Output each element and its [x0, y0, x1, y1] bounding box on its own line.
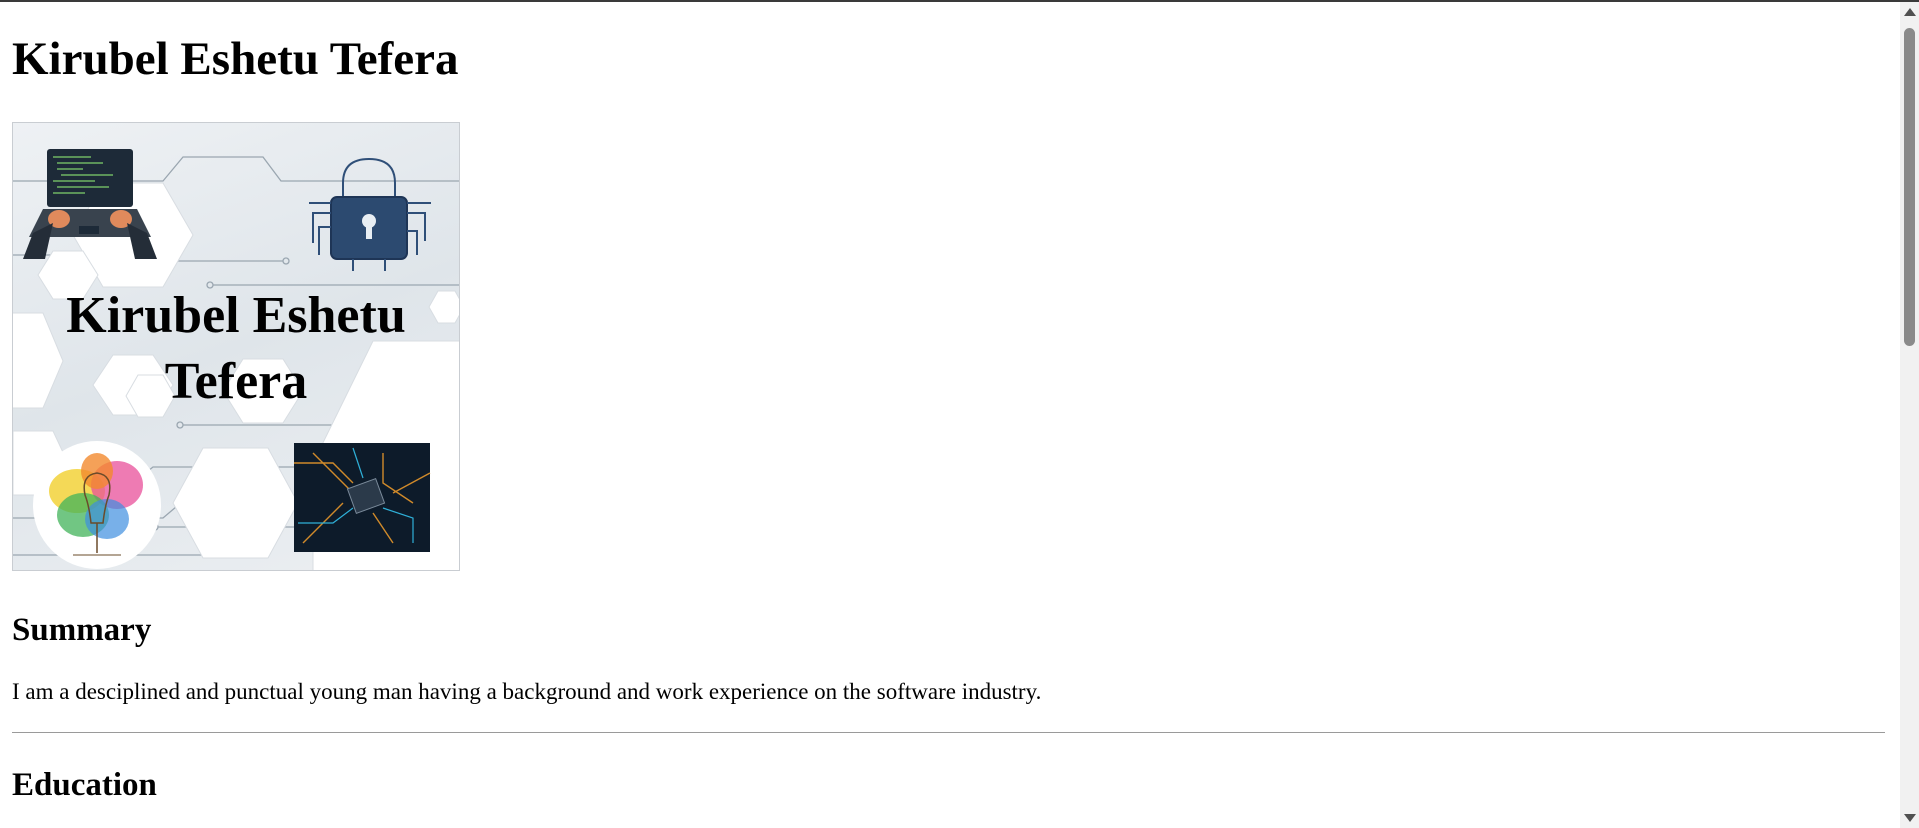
banner-title: Kirubel Eshetu Tefera — [13, 283, 459, 415]
scroll-up-arrow-icon[interactable] — [1904, 8, 1916, 16]
banner-title-line1: Kirubel Eshetu — [66, 287, 406, 344]
circuit-chip-image — [294, 443, 431, 552]
profile-banner-image: Kirubel Eshetu Tefera — [12, 122, 460, 571]
section-divider — [12, 732, 1885, 733]
lightbulb-icon — [33, 441, 161, 569]
summary-text: I am a desciplined and punctual young ma… — [12, 679, 1042, 704]
banner-title-line2: Tefera — [164, 353, 308, 410]
vertical-scrollbar[interactable] — [1900, 2, 1919, 828]
scrollbar-thumb[interactable] — [1904, 28, 1915, 346]
page-title: Kirubel Eshetu Tefera — [12, 33, 459, 85]
summary-heading: Summary — [12, 612, 152, 648]
padlock-icon — [309, 157, 431, 271]
education-heading: Education — [12, 767, 157, 803]
scroll-down-arrow-icon[interactable] — [1904, 814, 1916, 822]
